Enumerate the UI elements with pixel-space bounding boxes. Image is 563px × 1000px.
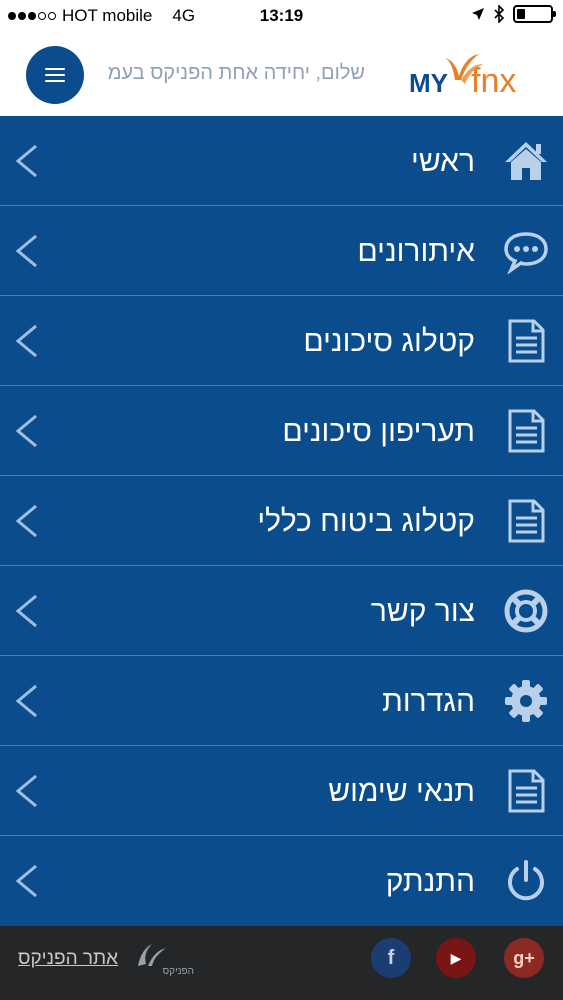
menu-item-label: קטלוג סיכונים xyxy=(303,325,475,358)
google-plus-icon: g+ xyxy=(513,947,535,968)
app-header: שלום, יחידה אחת הפניקס בעמ MY fnx xyxy=(0,34,563,116)
chat-bubble-icon xyxy=(504,232,548,274)
gear-icon xyxy=(505,680,547,722)
menu-item-risk-rates[interactable]: תעריפון סיכונים xyxy=(0,386,563,476)
battery-icon xyxy=(513,5,556,23)
youtube-button[interactable]: ▶ xyxy=(436,938,476,978)
chevron-left-icon xyxy=(15,234,37,268)
side-menu: ראשי איתורונים קטלוג סיכונים תעריפון סיכ… xyxy=(0,116,563,926)
greeting-text: שלום, יחידה אחת הפניקס בעמ xyxy=(107,62,365,84)
location-arrow-icon xyxy=(472,8,484,20)
menu-item-label: התנתק xyxy=(385,865,475,898)
status-bar: HOT mobile 4G 13:19 xyxy=(0,0,563,34)
phoenix-logo: הפניקס xyxy=(134,942,196,978)
document-icon xyxy=(508,409,545,453)
document-icon xyxy=(508,499,545,543)
chevron-left-icon xyxy=(15,324,37,358)
home-icon xyxy=(505,142,547,180)
phoenix-site-link[interactable]: אתר הפניקס xyxy=(18,948,118,970)
lifebuoy-icon xyxy=(504,589,548,633)
document-icon xyxy=(508,319,545,363)
phoenix-bird-icon xyxy=(138,944,166,966)
menu-item-logout[interactable]: התנתק xyxy=(0,836,563,926)
google-plus-button[interactable]: g+ xyxy=(504,938,544,978)
menu-item-settings[interactable]: הגדרות xyxy=(0,656,563,746)
menu-item-label: צור קשר xyxy=(370,595,475,628)
menu-item-label: קטלוג ביטוח כללי xyxy=(257,505,475,538)
menu-item-alerts[interactable]: איתורונים xyxy=(0,206,563,296)
document-icon xyxy=(508,769,545,813)
menu-item-terms-of-use[interactable]: תנאי שימוש xyxy=(0,746,563,836)
chevron-left-icon xyxy=(15,594,37,628)
chevron-left-icon xyxy=(15,774,37,808)
myfnx-logo: MY fnx xyxy=(409,54,516,100)
app-footer: אתר הפניקס הפניקס f ▶ g+ xyxy=(0,926,563,1000)
bluetooth-icon xyxy=(494,5,505,23)
chevron-left-icon xyxy=(15,144,37,178)
menu-item-home[interactable]: ראשי xyxy=(0,116,563,206)
youtube-icon: ▶ xyxy=(450,949,462,966)
hamburger-icon xyxy=(45,68,65,82)
chevron-left-icon xyxy=(15,684,37,718)
menu-item-label: תנאי שימוש xyxy=(328,775,475,808)
chevron-left-icon xyxy=(15,414,37,448)
menu-item-contact[interactable]: צור קשר xyxy=(0,566,563,656)
menu-item-label: איתורונים xyxy=(357,235,475,268)
chevron-left-icon xyxy=(15,864,37,898)
facebook-button[interactable]: f xyxy=(371,938,411,978)
facebook-icon: f xyxy=(387,946,395,969)
menu-item-label: הגדרות xyxy=(382,685,475,718)
status-right xyxy=(471,5,556,23)
menu-button[interactable] xyxy=(26,46,84,104)
svg-text:fnx: fnx xyxy=(471,62,516,100)
svg-text:MY: MY xyxy=(409,68,448,98)
menu-item-risk-catalog[interactable]: קטלוג סיכונים xyxy=(0,296,563,386)
chevron-left-icon xyxy=(15,504,37,538)
menu-item-label: ראשי xyxy=(411,145,475,178)
menu-item-general-insurance-catalog[interactable]: קטלוג ביטוח כללי xyxy=(0,476,563,566)
power-icon xyxy=(508,860,544,901)
menu-item-label: תעריפון סיכונים xyxy=(282,415,475,448)
phoenix-logo-text: הפניקס xyxy=(162,966,194,977)
